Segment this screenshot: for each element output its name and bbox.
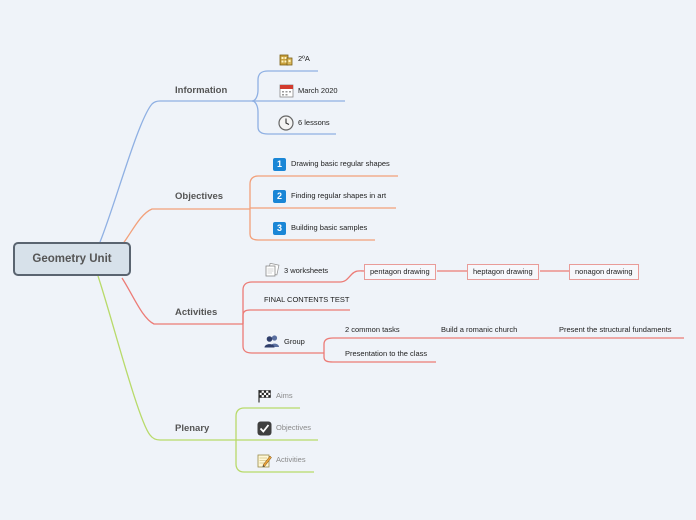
number-1-icon: 1 xyxy=(273,158,286,171)
topic-plenary[interactable]: Plenary xyxy=(175,423,209,435)
objective-2[interactable]: Finding regular shapes in art xyxy=(291,190,386,202)
objectives-branch-lines xyxy=(121,175,398,246)
central-topic[interactable]: Geometry Unit xyxy=(13,242,131,276)
plenary-objectives[interactable]: Objectives xyxy=(276,422,311,434)
plenary-activities[interactable]: Activities xyxy=(276,454,306,466)
checkered-flag-icon xyxy=(258,390,271,403)
number-2-icon: 2 xyxy=(273,190,286,203)
worksheet-nonagon[interactable]: nonagon drawing xyxy=(569,264,639,280)
clock-icon xyxy=(278,115,294,131)
people-icon xyxy=(264,335,279,348)
checkbox-icon xyxy=(257,421,272,436)
info-class[interactable]: 2ºA xyxy=(298,53,310,65)
objective-3[interactable]: Building basic samples xyxy=(291,222,367,234)
building-icon xyxy=(279,54,293,66)
topic-activities[interactable]: Activities xyxy=(175,307,217,319)
worksheet-pentagon[interactable]: pentagon drawing xyxy=(364,264,436,280)
task-structural-fundaments[interactable]: Present the structural fundaments xyxy=(559,324,672,336)
info-lessons[interactable]: 6 lessons xyxy=(298,117,330,129)
info-date[interactable]: March 2020 xyxy=(298,85,338,97)
activity-worksheets[interactable]: 3 worksheets xyxy=(284,265,328,277)
group-common-tasks[interactable]: 2 common tasks xyxy=(345,324,400,336)
objective-1[interactable]: Drawing basic regular shapes xyxy=(291,158,390,170)
group-presentation[interactable]: Presentation to the class xyxy=(345,348,427,360)
notepad-pencil-icon xyxy=(257,454,272,468)
worksheets-icon xyxy=(265,263,280,277)
number-3-icon: 3 xyxy=(273,222,286,235)
topic-objectives[interactable]: Objectives xyxy=(175,191,223,203)
calendar-icon xyxy=(279,84,294,98)
plenary-aims[interactable]: Aims xyxy=(276,390,293,402)
worksheet-heptagon[interactable]: heptagon drawing xyxy=(467,264,539,280)
activity-final-test[interactable]: FINAL CONTENTS TEST xyxy=(264,294,349,306)
activity-group[interactable]: Group xyxy=(284,336,305,348)
task-romanic-church[interactable]: Build a romanic church xyxy=(441,324,517,336)
topic-information[interactable]: Information xyxy=(175,85,227,97)
